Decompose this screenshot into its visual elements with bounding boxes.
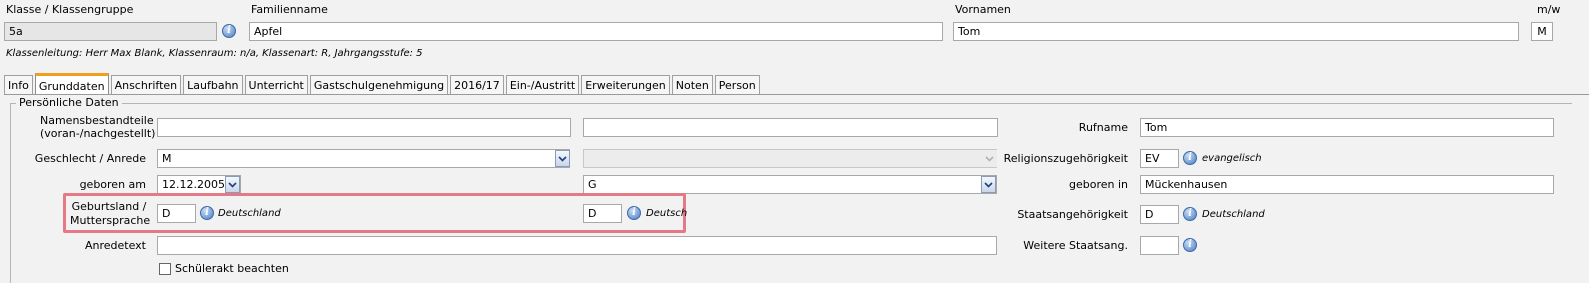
geschlecht-label: Geschlecht / Anrede [34, 152, 146, 165]
namensbestandteile-label: Namensbestandteile (voran-/nachgestellt) [40, 114, 156, 140]
tab-gastschulgenehmigung[interactable]: Gastschulgenehmigung [309, 75, 449, 96]
chevron-down-icon [558, 155, 567, 162]
tab-bar: Info Grunddaten Anschriften Laufbahn Unt… [4, 73, 762, 96]
geburtsland-field[interactable]: D [157, 204, 196, 223]
weitere-staatsang-info-icon[interactable]: i [1183, 238, 1197, 252]
tab-unterricht[interactable]: Unterricht [244, 75, 308, 96]
schuelerakt-checkbox[interactable] [159, 263, 171, 275]
tab-info[interactable]: Info [4, 75, 33, 96]
namensbestandteil-nach-field[interactable] [583, 118, 998, 137]
familienname-field[interactable]: Apfel [249, 22, 943, 41]
weitere-staatsang-field[interactable] [1140, 236, 1179, 255]
second-select-dropdown-button[interactable] [981, 176, 996, 193]
mw-label: m/w [1537, 3, 1561, 16]
geburtsland-label-line1: Geburtsland / [71, 200, 147, 213]
staatsangehoerigkeit-hint: Deutschland [1202, 209, 1265, 220]
religion-field[interactable]: EV [1140, 149, 1179, 168]
weitere-staatsang-label: Weitere Staatsang. [1023, 239, 1128, 252]
tab-schuljahr[interactable]: 2016/17 [450, 75, 504, 96]
klasse-label: Klasse / Klassengruppe [6, 3, 134, 16]
tab-erweiterungen[interactable]: Erweiterungen [581, 75, 670, 96]
staatsangehoerigkeit-label: Staatsangehörigkeit [1017, 208, 1128, 221]
muttersprache-hint: Deutsch [646, 208, 688, 219]
geburtsland-hint: Deutschland [218, 208, 281, 219]
klasse-field[interactable]: 5a [4, 22, 217, 41]
class-info-line: Klassenleitung: Herr Max Blank, Klassenr… [6, 48, 423, 59]
vornamen-label: Vornamen [955, 3, 1011, 16]
chevron-down-icon [984, 181, 993, 188]
group-title: Persönliche Daten [16, 96, 122, 109]
rufname-label: Rufname [1078, 121, 1128, 134]
tab-anschriften[interactable]: Anschriften [110, 75, 182, 96]
geburtsland-info-icon[interactable]: i [200, 206, 214, 220]
geboren-am-label: geboren am [79, 178, 146, 191]
chevron-down-icon [228, 181, 237, 188]
second-select[interactable]: G [583, 175, 997, 194]
geburtsland-label-line2: Muttersprache [70, 214, 151, 227]
rufname-field[interactable]: Tom [1140, 118, 1554, 137]
staatsangehoerigkeit-field[interactable]: D [1140, 205, 1179, 224]
religion-hint: evangelisch [1202, 153, 1262, 164]
religion-info-icon[interactable]: i [1183, 151, 1197, 165]
geburtsland-label: Geburtsland / Muttersprache [70, 200, 151, 228]
mw-field[interactable]: M [1531, 22, 1553, 41]
anredetext-field[interactable] [157, 236, 997, 255]
tab-person[interactable]: Person [714, 75, 760, 96]
vornamen-field[interactable]: Tom [953, 22, 1519, 41]
klasse-info-icon[interactable]: i [222, 24, 236, 38]
anredetext-label: Anredetext [84, 239, 146, 252]
namensbestandteile-label-line1: Namensbestandteile [40, 114, 154, 127]
familienname-label: Familienname [251, 3, 328, 16]
namensbestandteile-label-line2: (voran-/nachgestellt) [40, 127, 156, 140]
tab-laufbahn[interactable]: Laufbahn [183, 75, 243, 96]
anrede-select [583, 149, 997, 168]
schuelerakt-label: Schülerakt beachten [175, 262, 289, 275]
geschlecht-dropdown-button[interactable] [555, 150, 570, 167]
muttersprache-info-icon[interactable]: i [627, 206, 641, 220]
anrede-dropdown-button [982, 150, 997, 167]
tab-grunddaten[interactable]: Grunddaten [34, 73, 109, 96]
date-picker-button[interactable] [225, 176, 240, 193]
muttersprache-field[interactable]: D [583, 204, 622, 223]
geboren-in-label: geboren in [1068, 178, 1128, 191]
staatsangehoerigkeit-info-icon[interactable]: i [1183, 207, 1197, 221]
tab-ein-austritt[interactable]: Ein-/Austritt [505, 75, 580, 96]
namensbestandteil-voran-field[interactable] [157, 118, 571, 137]
religion-label: Religionszugehörigkeit [1003, 152, 1128, 165]
tab-noten[interactable]: Noten [671, 75, 713, 96]
chevron-down-icon [985, 155, 994, 162]
geboren-in-field[interactable]: Mückenhausen [1140, 175, 1554, 194]
geschlecht-select[interactable]: M [157, 149, 570, 168]
